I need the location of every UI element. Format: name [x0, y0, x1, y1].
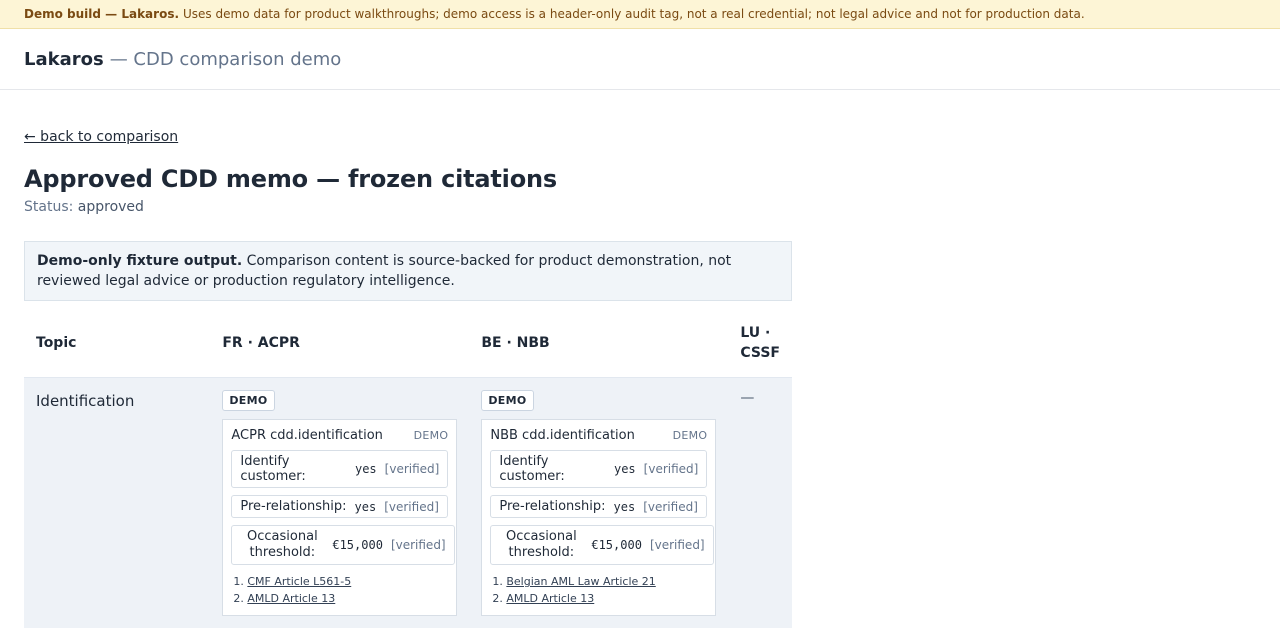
citation-item: AMLD Article 13	[247, 592, 448, 605]
field-label: Identify customer:	[240, 454, 347, 484]
citation-item: CMF Article L561-5	[247, 575, 448, 588]
demo-banner: Demo build — Lakaros. Uses demo data for…	[0, 0, 1280, 29]
requirement-card: NBB cdd.identification DEMO Identify cus…	[481, 419, 716, 616]
citation-link[interactable]: AMLD Article 13	[506, 592, 594, 605]
fr-cell: DEMO ACPR cdd.identification DEMO Identi…	[210, 378, 469, 628]
card-demo-tag: DEMO	[673, 429, 708, 442]
card-title: NBB cdd.identification	[490, 428, 635, 443]
app-header: Lakaros — CDD comparison demo	[0, 29, 1280, 90]
notice-strong: Demo-only fixture output.	[37, 253, 242, 269]
page-title: Approved CDD memo — frozen citations	[24, 165, 1256, 193]
citation-link[interactable]: AMLD Article 13	[247, 592, 335, 605]
card-title: ACPR cdd.identification	[231, 428, 383, 443]
demo-badge: DEMO	[222, 390, 274, 411]
app-brand: Lakaros	[24, 49, 104, 70]
header-topic: Topic	[24, 309, 210, 378]
comparison-table: Topic FR · ACPR BE · NBB LU · CSSF Ident…	[24, 309, 792, 628]
status-value: approved	[78, 199, 144, 215]
field-label: Occasional threshold:	[240, 529, 324, 561]
field-value: yes	[614, 462, 636, 476]
field-status: [verified]	[643, 500, 698, 514]
field-value: €15,000	[591, 538, 642, 552]
field-occasional-threshold: Occasional threshold: €15,000 [verified]	[490, 525, 713, 565]
citation-link[interactable]: CMF Article L561-5	[247, 575, 351, 588]
header-lu-cssf: LU · CSSF	[728, 309, 792, 378]
citation-list: Belgian AML Law Article 21 AMLD Article …	[490, 575, 707, 605]
field-label: Identify customer:	[499, 454, 606, 484]
field-status: [verified]	[650, 538, 705, 552]
field-value: yes	[355, 500, 377, 514]
field-occasional-threshold: Occasional threshold: €15,000 [verified]	[231, 525, 454, 565]
field-value: €15,000	[332, 538, 383, 552]
field-status: [verified]	[644, 462, 699, 476]
field-value: yes	[614, 500, 636, 514]
field-pre-relationship: Pre-relationship: yes [verified]	[231, 495, 448, 518]
field-identify-customer: Identify customer: yes [verified]	[231, 450, 448, 488]
header-be-nbb: BE · NBB	[469, 309, 728, 378]
status-label: Status:	[24, 199, 73, 215]
card-header: ACPR cdd.identification DEMO	[231, 428, 448, 443]
requirement-card: ACPR cdd.identification DEMO Identify cu…	[222, 419, 457, 616]
table-header-row: Topic FR · ACPR BE · NBB LU · CSSF	[24, 309, 792, 378]
header-fr-acpr: FR · ACPR	[210, 309, 469, 378]
be-cell: DEMO NBB cdd.identification DEMO Identif…	[469, 378, 728, 628]
banner-text: Uses demo data for product walkthroughs;…	[183, 7, 1085, 21]
field-value: yes	[355, 462, 377, 476]
table-row: Identification DEMO ACPR cdd.identificat…	[24, 378, 792, 628]
citation-item: AMLD Article 13	[506, 592, 707, 605]
card-demo-tag: DEMO	[414, 429, 449, 442]
citation-list: CMF Article L561-5 AMLD Article 13	[231, 575, 448, 605]
demo-badge: DEMO	[481, 390, 533, 411]
field-status: [verified]	[391, 538, 446, 552]
citation-item: Belgian AML Law Article 21	[506, 575, 707, 588]
main-content: ← back to comparison Approved CDD memo —…	[0, 90, 1280, 628]
banner-strong: Demo build — Lakaros.	[24, 7, 179, 21]
app-subtitle: — CDD comparison demo	[110, 49, 342, 70]
field-identify-customer: Identify customer: yes [verified]	[490, 450, 707, 488]
field-status: [verified]	[385, 462, 440, 476]
field-pre-relationship: Pre-relationship: yes [verified]	[490, 495, 707, 518]
card-header: NBB cdd.identification DEMO	[490, 428, 707, 443]
lu-cell: —	[728, 378, 792, 628]
citation-link[interactable]: Belgian AML Law Article 21	[506, 575, 655, 588]
field-status: [verified]	[384, 500, 439, 514]
status-line: Status: approved	[24, 199, 1256, 215]
field-label: Occasional threshold:	[499, 529, 583, 561]
field-label: Pre-relationship:	[499, 499, 605, 514]
back-to-comparison-link[interactable]: ← back to comparison	[24, 129, 178, 145]
topic-cell: Identification	[24, 378, 210, 628]
field-label: Pre-relationship:	[240, 499, 346, 514]
demo-notice: Demo-only fixture output. Comparison con…	[24, 241, 792, 301]
